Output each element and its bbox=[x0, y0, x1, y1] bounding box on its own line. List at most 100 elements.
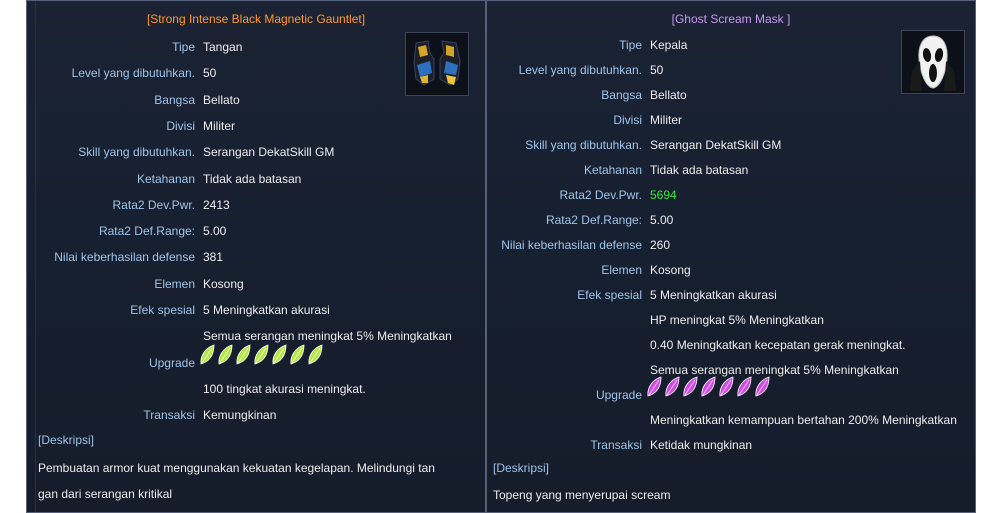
description-line: Topeng yang menyerupai scream bbox=[493, 488, 671, 502]
stat-value: Kosong bbox=[203, 276, 244, 291]
stat-label: Tipe bbox=[619, 38, 642, 52]
stat-label: Rata2 Dev.Pwr. bbox=[112, 197, 195, 212]
description-heading: [Deskripsi] bbox=[493, 461, 550, 475]
upgrade-gem-icon bbox=[647, 376, 662, 397]
upgrade-gem-icon bbox=[272, 344, 287, 365]
stat-value: 50 bbox=[203, 66, 217, 81]
stat-label: Elemen bbox=[601, 263, 642, 277]
stat-value: 5 Meningkatkan akurasi bbox=[203, 303, 330, 317]
stat-label: Level yang dibutuhkan. bbox=[71, 66, 195, 81]
stat-label: Bangsa bbox=[601, 88, 642, 102]
stat-label: Rata2 Dev.Pwr. bbox=[559, 188, 642, 202]
stat-value: 381 bbox=[203, 250, 224, 265]
stat-row: Bangsa Bellato bbox=[487, 86, 975, 104]
stat-row: HP meningkat 5% Meningkatkan bbox=[487, 311, 975, 329]
stat-row: Ketahanan Tidak ada batasan bbox=[27, 170, 485, 188]
stat-value: Tangan bbox=[203, 40, 243, 54]
stat-row: Divisi Militer bbox=[27, 117, 485, 135]
stat-value: 5694 bbox=[650, 188, 677, 202]
stat-value: 0.40 Meningkatkan kecepatan gerak mening… bbox=[650, 338, 906, 352]
stat-value: Bellato bbox=[650, 88, 687, 102]
stat-value: Serangan DekatSkill GM bbox=[203, 145, 335, 160]
stat-value: Kosong bbox=[650, 263, 691, 277]
stat-row: Rata2 Dev.Pwr. 2413 bbox=[27, 196, 485, 214]
stat-label: Ketahanan bbox=[136, 171, 195, 186]
upgrade-row: Upgrade bbox=[487, 376, 975, 404]
stat-row: Elemen Kosong bbox=[27, 275, 485, 293]
stat-value: Kepala bbox=[650, 38, 688, 52]
stat-label: Efek spesial bbox=[577, 288, 642, 302]
description-line: gan dari serangan kritikal bbox=[38, 486, 173, 501]
stat-label: Ketahanan bbox=[583, 163, 642, 177]
upgrade-gems bbox=[199, 344, 324, 366]
item-tooltip-mask: [Ghost Scream Mask ] Tipe Kepala Level yan… bbox=[486, 0, 976, 513]
stat-label: Nilai keberhasilan defense bbox=[501, 238, 642, 252]
stat-row: 0.40 Meningkatkan kecepatan gerak mening… bbox=[487, 336, 975, 354]
upgrade-gem-icon bbox=[719, 376, 734, 397]
stat-row: Ketahanan Tidak ada batasan bbox=[487, 161, 975, 179]
upgrade-gem-icon bbox=[308, 344, 323, 365]
stat-value: 260 bbox=[650, 238, 671, 252]
stat-row: Transaksi Kemungkinan bbox=[27, 406, 485, 424]
item-tooltip-gauntlet: [Strong Intense Black Magnetic Gauntlet]… bbox=[26, 0, 486, 513]
stat-row: Rata2 Def.Range: 5.00 bbox=[27, 222, 485, 240]
stat-value: Semua serangan meningkat 5% Meningkatkan bbox=[203, 329, 452, 344]
stat-row: Tipe Kepala bbox=[487, 36, 975, 54]
stat-label: Efek spesial bbox=[130, 303, 195, 317]
stat-row: Level yang dibutuhkan. 50 bbox=[487, 61, 975, 79]
stat-value: Kemungkinan bbox=[203, 408, 277, 423]
stat-label: Elemen bbox=[154, 276, 195, 291]
stat-value: Bellato bbox=[203, 92, 240, 107]
stat-value: 5 Meningkatkan akurasi bbox=[650, 288, 777, 302]
upgrade-row: Upgrade bbox=[27, 344, 485, 372]
upgrade-gem-icon bbox=[254, 344, 269, 365]
upgrade-gem-icon bbox=[200, 344, 215, 365]
upgrade-gem-icon bbox=[701, 376, 716, 397]
stat-row: Nilai keberhasilan defense 381 bbox=[27, 248, 485, 266]
stat-label: Skill yang dibutuhkan. bbox=[78, 145, 195, 160]
stat-row: Semua serangan meningkat 5% Meningkatkan bbox=[27, 327, 485, 345]
stat-row: Tipe Tangan bbox=[27, 38, 485, 56]
upgrade-label: Upgrade bbox=[595, 388, 642, 402]
upgrade-gem-icon bbox=[665, 376, 680, 397]
stat-label: Transaksi bbox=[590, 438, 642, 452]
stat-row: Nilai keberhasilan defense 260 bbox=[487, 236, 975, 254]
stat-row: Rata2 Dev.Pwr. 5694 bbox=[487, 186, 975, 204]
item-title: [Strong Intense Black Magnetic Gauntlet] bbox=[146, 12, 366, 26]
stat-value: Militer bbox=[203, 118, 235, 133]
stat-row: Level yang dibutuhkan. 50 bbox=[27, 64, 485, 82]
stat-value: 2413 bbox=[203, 197, 230, 212]
upgrade-gems bbox=[646, 376, 771, 398]
upgrade-gem-icon bbox=[236, 344, 251, 365]
stat-value: Meningkatkan kemampuan bertahan 200% Men… bbox=[650, 413, 957, 427]
stat-row: Elemen Kosong bbox=[487, 261, 975, 279]
stat-value: 5.00 bbox=[203, 224, 227, 239]
stat-row: Efek spesial 5 Meningkatkan akurasi bbox=[487, 286, 975, 304]
item-title: [Ghost Scream Mask ] bbox=[671, 12, 791, 26]
description-text: Pembuatan armor kuat menggunakan kekuata… bbox=[38, 455, 435, 507]
upgrade-gem-icon bbox=[755, 376, 770, 397]
stat-label: Tipe bbox=[172, 40, 195, 54]
stat-row: Skill yang dibutuhkan. Serangan DekatSkil… bbox=[27, 143, 485, 161]
stat-row: Bangsa Bellato bbox=[27, 91, 485, 109]
stat-value: Tidak ada batasan bbox=[203, 171, 302, 186]
upgrade-gem-icon bbox=[737, 376, 752, 397]
stat-value: Militer bbox=[650, 113, 682, 127]
stat-row: Efek spesial 5 Meningkatkan akurasi bbox=[27, 301, 485, 319]
upgrade-gem-icon bbox=[683, 376, 698, 397]
stat-label: Divisi bbox=[613, 113, 642, 127]
description-text: Topeng yang menyerupai scream bbox=[493, 482, 670, 508]
upgrade-gem-icon bbox=[218, 344, 233, 365]
stat-row: Skill yang dibutuhkan. Serangan DekatSkil… bbox=[487, 136, 975, 154]
stat-row: Transaksi Ketidak mungkinan bbox=[487, 436, 975, 454]
stat-label: Nilai keberhasilan defense bbox=[54, 250, 195, 265]
stat-value: Ketidak mungkinan bbox=[650, 438, 753, 452]
stat-label: Skill yang dibutuhkan. bbox=[525, 138, 642, 152]
stat-value: 50 bbox=[650, 63, 664, 77]
upgrade-label: Upgrade bbox=[148, 355, 195, 370]
stat-label: Rata2 Def.Range: bbox=[545, 213, 642, 227]
description-heading: [Deskripsi] bbox=[38, 432, 95, 447]
upgrade-gem-icon bbox=[290, 344, 305, 365]
stat-label: Rata2 Def.Range: bbox=[98, 224, 195, 239]
stat-row: 100 tingkat akurasi meningkat. bbox=[27, 380, 485, 398]
